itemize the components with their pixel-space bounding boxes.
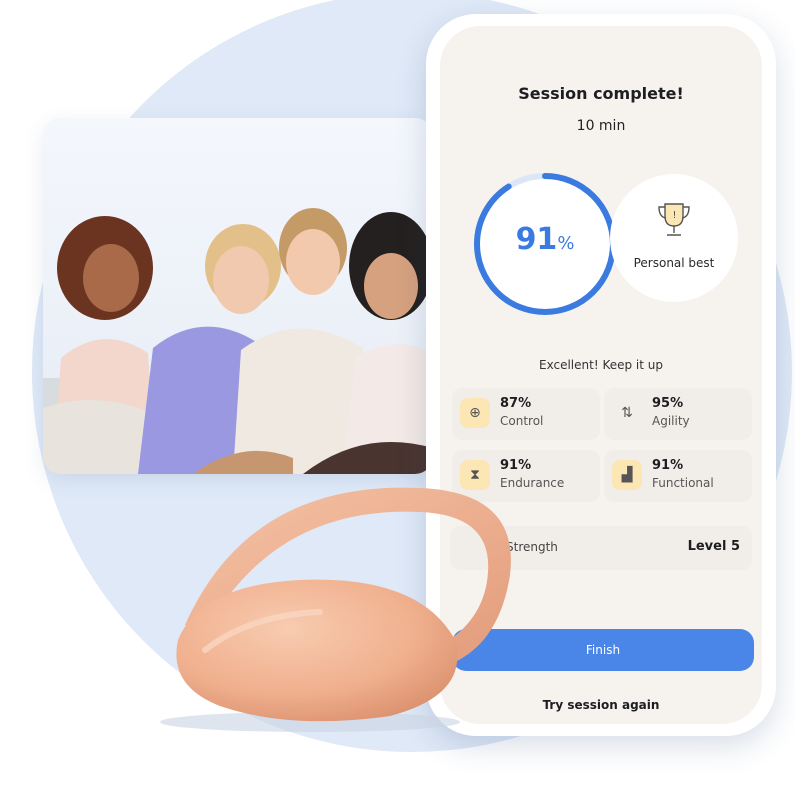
stat-label: Functional (652, 476, 714, 490)
strength-level: Level 5 (687, 539, 740, 554)
personal-best-label: Personal best (633, 256, 715, 270)
stat-value: 91% (652, 458, 684, 473)
strength-row: Strength Level 5 (450, 526, 752, 570)
stat-value: 95% (652, 396, 684, 411)
session-title: Session complete! (518, 84, 684, 103)
encouragement-text: Excellent! Keep it up (539, 358, 663, 372)
finish-button[interactable]: Finish (452, 629, 754, 671)
stat-label: Agility (652, 414, 690, 428)
score-value: 91% (470, 222, 620, 257)
stat-card-agility: ⇅ 95% Agility (604, 388, 752, 440)
trophy-icon: ! (658, 203, 690, 236)
phone-frame: Session complete! 10 min 91% ! Personal … (426, 14, 776, 736)
stat-label: Endurance (500, 476, 565, 490)
score-number: 91 (515, 222, 558, 257)
stat-card-control: ⊕ 87% Control (452, 388, 600, 440)
up-down-arrows-icon: ⇅ (612, 398, 642, 428)
stat-label: Control (500, 414, 544, 428)
stat-card-endurance: ⧗ 91% Endurance (452, 450, 600, 502)
svg-text:!: ! (673, 210, 677, 221)
stairs-icon: ▟ (612, 460, 642, 490)
session-duration: 10 min (576, 118, 626, 134)
hourglass-icon: ⧗ (460, 460, 490, 490)
phone-screen: Session complete! 10 min 91% ! Personal … (440, 26, 762, 724)
stat-card-functional: ▟ 91% Functional (604, 450, 752, 502)
crosshair-icon: ⊕ (460, 398, 490, 428)
stat-value: 87% (500, 396, 532, 411)
strength-label: Strength (506, 540, 558, 554)
score-unit: % (557, 233, 575, 254)
stat-value: 91% (500, 458, 532, 473)
group-photo (43, 118, 433, 474)
try-again-link[interactable]: Try session again (440, 698, 762, 712)
